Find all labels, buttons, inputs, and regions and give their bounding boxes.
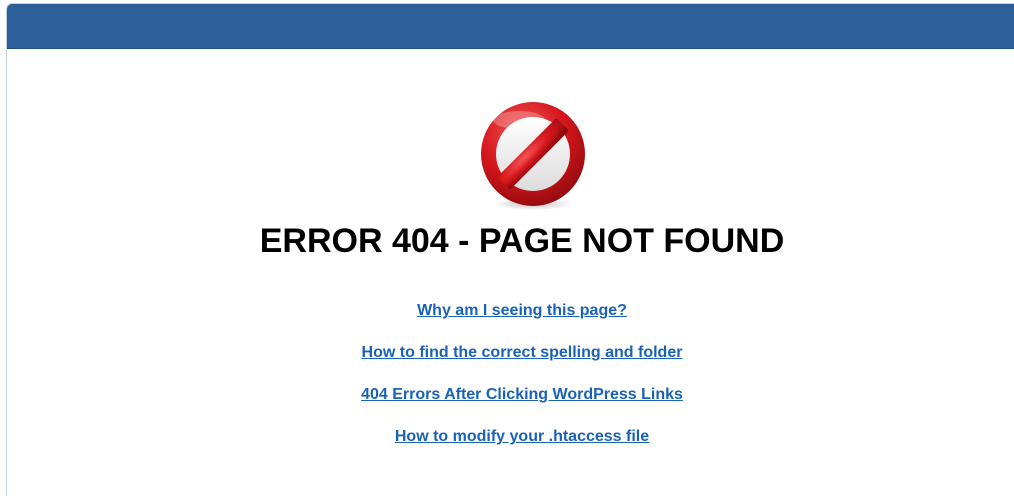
page-title: ERROR 404 - PAGE NOT FOUND (259, 222, 785, 260)
link-why-seeing-page[interactable]: Why am I seeing this page? (7, 302, 1014, 323)
page-frame: ERROR 404 - PAGE NOT FOUND Why am I seei… (6, 3, 1014, 496)
link-correct-spelling[interactable]: How to find the correct spelling and fol… (7, 344, 1014, 365)
help-links: Why am I seeing this page? How to find t… (7, 302, 1014, 470)
link-modify-htaccess[interactable]: How to modify your .htaccess file (7, 428, 1014, 449)
prohibited-icon (477, 100, 589, 212)
header-bar (7, 4, 1014, 49)
prohibited-icon-svg (481, 102, 585, 210)
link-wordpress-404[interactable]: 404 Errors After Clicking WordPress Link… (7, 386, 1014, 407)
error-page: ERROR 404 - PAGE NOT FOUND Why am I seei… (0, 0, 1014, 496)
